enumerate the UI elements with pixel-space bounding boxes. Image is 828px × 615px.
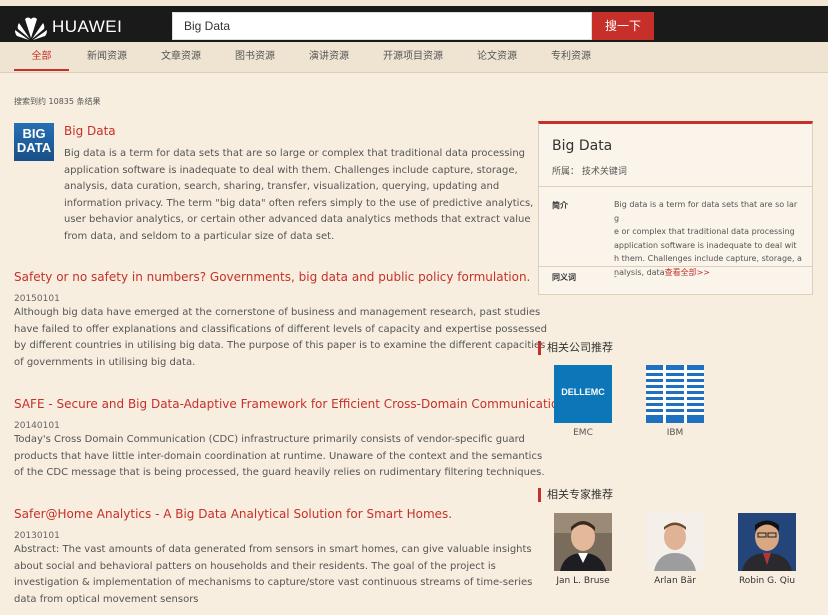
featured-title[interactable]: Big Data [64,124,116,138]
intro-line: Big data is a term for data sets that ar… [614,200,798,223]
thumb-line-1: BIG [22,126,46,141]
dell-emc-logo-text: DELLEMC [561,387,605,397]
company-name[interactable]: EMC [543,428,623,438]
ibm-logo[interactable] [646,365,704,423]
tab-news[interactable]: 新闻资源 [78,42,136,72]
category-tabs: 全部 新闻资源 文章资源 图书资源 演讲资源 开源项目资源 论文资源 专利资源 [0,42,828,73]
intro-line: h them. Challenges include capture, stor… [614,254,802,263]
tab-books[interactable]: 图书资源 [226,42,284,72]
big-data-thumbnail[interactable]: BIG DATA [14,123,54,161]
abstract-line: products that have little inter-domain c… [14,450,543,462]
abstract-line: analysis, data curation, search, sharing… [64,181,500,193]
expert-photo-qiu[interactable] [738,513,796,571]
result-abstract: Abstract: The vast amounts of data gener… [14,542,532,608]
result-title[interactable]: Safer@Home Analytics - A Big Data Analyt… [14,507,452,521]
intro-line: e or complex that traditional data proce… [614,227,795,236]
abstract-line: information privacy. The term "big data"… [64,197,534,209]
companies-heading: 相关公司推荐 [538,341,613,355]
abstract-line: user behavior analytics, or certain othe… [64,214,531,226]
dell-emc-logo[interactable]: DELLEMC [554,365,612,423]
result-date: 20140101 [14,421,60,431]
abstract-line: Abstract: The vast amounts of data gener… [14,544,532,555]
result-title[interactable]: Safety or no safety in numbers? Governme… [14,270,530,284]
intro-line: application software is inadequate to de… [614,240,797,250]
featured-abstract: Big data is a term for data sets that ar… [64,146,533,246]
huawei-logo[interactable]: HUAWEI [14,15,122,41]
tab-papers[interactable]: 论文资源 [468,42,526,72]
abstract-line: of governments in utilising big data. [14,356,196,368]
abstract-line: application software is inadequate to de… [64,164,518,176]
abstract-line: from data, and seldom to a particular si… [64,230,335,242]
card-divider [539,186,812,187]
result-date: 20150101 [14,294,60,304]
knowledge-card: Big Data 所属： 技术关键词 简介 Big data is a term… [538,121,813,295]
intro-line: nalysis, data查看全部>> [614,266,802,280]
huawei-flower-icon [15,17,47,40]
expert-photo-bruse[interactable] [554,513,612,571]
result-abstract: Today's Cross Domain Communication (CDC)… [14,432,545,482]
abstract-line: Although big data have emerged at the co… [14,307,541,318]
intro-line-text: nalysis, data [614,267,665,277]
top-bar: HUAWEI Big Data 搜一下 [0,0,828,42]
result-count: 搜索到约 10835 条结果 [14,97,101,106]
thumb-line-2: DATA [16,140,52,155]
card-synonym-label: 同义词 [552,273,576,282]
abstract-line: investigation & implementation of mechan… [14,577,533,589]
card-divider [539,266,812,267]
abstract-line: by different countries in utilising big … [14,340,546,352]
result-abstract: Although big data have emerged at the co… [14,305,547,371]
abstract-line: data from optical movement sensors [14,593,199,605]
view-all-link[interactable]: 查看全部>> [665,268,710,277]
company-name[interactable]: IBM [635,428,715,438]
card-title: Big Data [552,138,613,154]
tab-articles[interactable]: 文章资源 [152,42,210,72]
abstract-line: Big data is a term for data sets that ar… [64,148,526,159]
search-input[interactable]: Big Data [172,12,592,40]
card-intro-label: 简介 [552,201,568,210]
abstract-line: Today's Cross Domain Communication (CDC)… [14,434,525,445]
expert-name[interactable]: Robin G. Qiu [722,576,812,586]
abstract-line: of the CDC message that is being process… [14,467,545,479]
tab-patents[interactable]: 专利资源 [542,42,600,72]
expert-name[interactable]: Arlan Bär [630,576,720,586]
result-date: 20130101 [14,531,60,541]
card-synonym-value: - [614,272,617,281]
active-tab-indicator [14,69,69,71]
search-button[interactable]: 搜一下 [592,12,654,40]
result-title[interactable]: SAFE - Secure and Big Data-Adaptive Fram… [14,397,570,411]
expert-photo-bar[interactable] [646,513,704,571]
abstract-line: have failed to offer explanations and cl… [14,323,548,335]
abstract-line: about social and behavioral patters on h… [14,560,496,572]
tab-talks[interactable]: 演讲资源 [300,42,358,72]
experts-heading: 相关专家推荐 [538,488,613,502]
tab-all[interactable]: 全部 [14,42,69,72]
tab-opensource[interactable]: 开源项目资源 [376,42,450,72]
brand-name: HUAWEI [52,17,123,36]
card-attribute: 所属： 技术关键词 [552,167,627,177]
expert-name[interactable]: Jan L. Bruse [538,576,628,586]
